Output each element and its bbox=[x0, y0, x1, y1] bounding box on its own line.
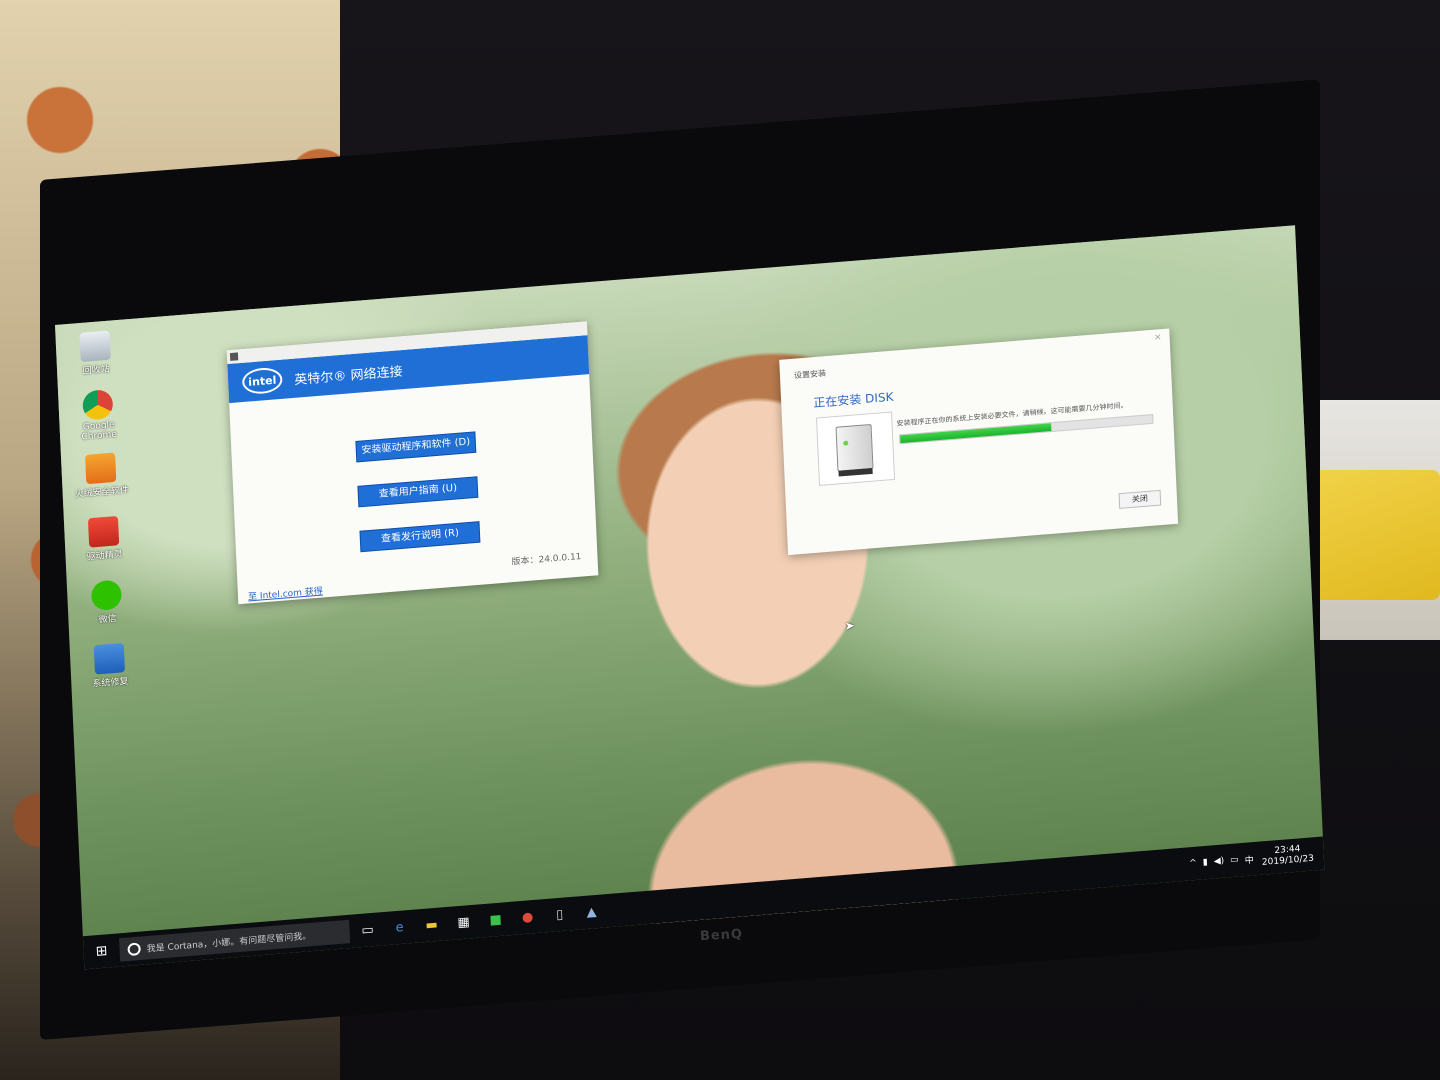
close-button[interactable]: 关闭 bbox=[1118, 489, 1162, 509]
intel-installer-window: intel 英特尔® 网络连接 安装驱动程序和软件 (D) 查看用户指南 (U)… bbox=[226, 321, 599, 605]
file-explorer-icon[interactable]: ▬ bbox=[417, 912, 446, 938]
volume-icon[interactable]: ◀) bbox=[1214, 856, 1225, 867]
disk-image-frame bbox=[815, 411, 896, 486]
intel-window-title: 英特尔® 网络连接 bbox=[294, 364, 403, 388]
desktop-icon-label: 火绒安全软件 bbox=[74, 485, 130, 500]
desktop-icon-label: Google Chrome bbox=[81, 420, 118, 443]
store-icon[interactable]: ▦ bbox=[449, 909, 478, 935]
intel-link[interactable]: 至 Intel.com 获得 bbox=[248, 584, 323, 603]
desktop-icon-chrome[interactable]: Google Chrome bbox=[70, 388, 126, 443]
desktop-icon-repair[interactable]: 系统修复 bbox=[82, 642, 138, 690]
desktop-icon-security[interactable]: 火绒安全软件 bbox=[73, 452, 129, 500]
desktop-icon-label: 微信 bbox=[98, 614, 117, 626]
system-repair-icon bbox=[93, 642, 126, 675]
system-tray: ^ ▮ ◀) ▭ 中 23:44 2019/10/23 bbox=[1189, 842, 1324, 874]
view-release-notes-button[interactable]: 查看发行说明 (R) bbox=[360, 522, 480, 552]
desktop-icon-driver[interactable]: 驱动精灵 bbox=[76, 515, 132, 563]
mouse-cursor-icon: ➤ bbox=[844, 618, 855, 633]
network-icon[interactable]: ▮ bbox=[1203, 858, 1208, 868]
desktop-icon-wechat[interactable]: 微信 bbox=[79, 578, 135, 626]
desktop-icon-recycle-bin[interactable]: 回收站 bbox=[67, 329, 123, 377]
disk-led bbox=[843, 440, 849, 446]
driver-tool-icon bbox=[87, 515, 120, 548]
chevron-up-icon[interactable]: ^ bbox=[1189, 858, 1197, 868]
desktop-icon-label: 回收站 bbox=[82, 364, 110, 377]
close-icon[interactable]: ✕ bbox=[1154, 333, 1162, 343]
desktop-icon-label: 系统修复 bbox=[92, 676, 129, 690]
clock[interactable]: 23:44 2019/10/23 bbox=[1261, 843, 1314, 869]
shield-icon bbox=[85, 452, 117, 485]
desktop-screen: 回收站 Google Chrome 火绒安全软件 驱动精灵 微信 系统修复 in… bbox=[55, 225, 1325, 970]
intel-logo: intel bbox=[241, 366, 283, 396]
disk-drive-icon bbox=[835, 423, 874, 477]
setup-window-title: 设置安装 bbox=[793, 368, 827, 381]
view-user-guide-button[interactable]: 查看用户指南 (U) bbox=[358, 477, 478, 507]
notification-icon[interactable]: ▭ bbox=[1230, 855, 1239, 865]
install-drivers-button[interactable]: 安装驱动程序和软件 (D) bbox=[356, 432, 476, 462]
monitor-brand: BenQ bbox=[699, 926, 744, 945]
input-language[interactable]: 中 bbox=[1244, 852, 1254, 865]
chrome-icon bbox=[82, 389, 114, 421]
cortana-icon bbox=[127, 941, 141, 956]
intel-version: 版本：24.0.0.11 bbox=[511, 552, 582, 568]
setup-icon[interactable]: ▯ bbox=[545, 902, 574, 928]
setup-heading: 正在安装 DISK bbox=[813, 389, 894, 410]
cortana-placeholder: 我是 Cortana，小娜。有问题尽管问我。 bbox=[146, 931, 312, 955]
task-view-icon[interactable]: ▭ bbox=[353, 917, 382, 943]
disk-base bbox=[838, 467, 873, 477]
recycle-bin-icon bbox=[79, 330, 111, 363]
setup-install-window: 设置安装 ✕ 正在安装 DISK 安装程序正在你的系统上安装必要文件，请稍候。这… bbox=[779, 328, 1179, 556]
edge-icon[interactable]: e bbox=[385, 915, 414, 941]
desktop-icon-label: 驱动精灵 bbox=[86, 549, 123, 563]
windows-start-icon[interactable]: ⊞ bbox=[83, 942, 120, 961]
installer-icon[interactable]: ■ bbox=[481, 907, 510, 933]
photos-icon[interactable]: ▲ bbox=[577, 899, 606, 925]
app-icon bbox=[229, 352, 239, 361]
wechat-icon bbox=[90, 579, 123, 612]
chrome-icon[interactable]: ● bbox=[513, 904, 542, 930]
